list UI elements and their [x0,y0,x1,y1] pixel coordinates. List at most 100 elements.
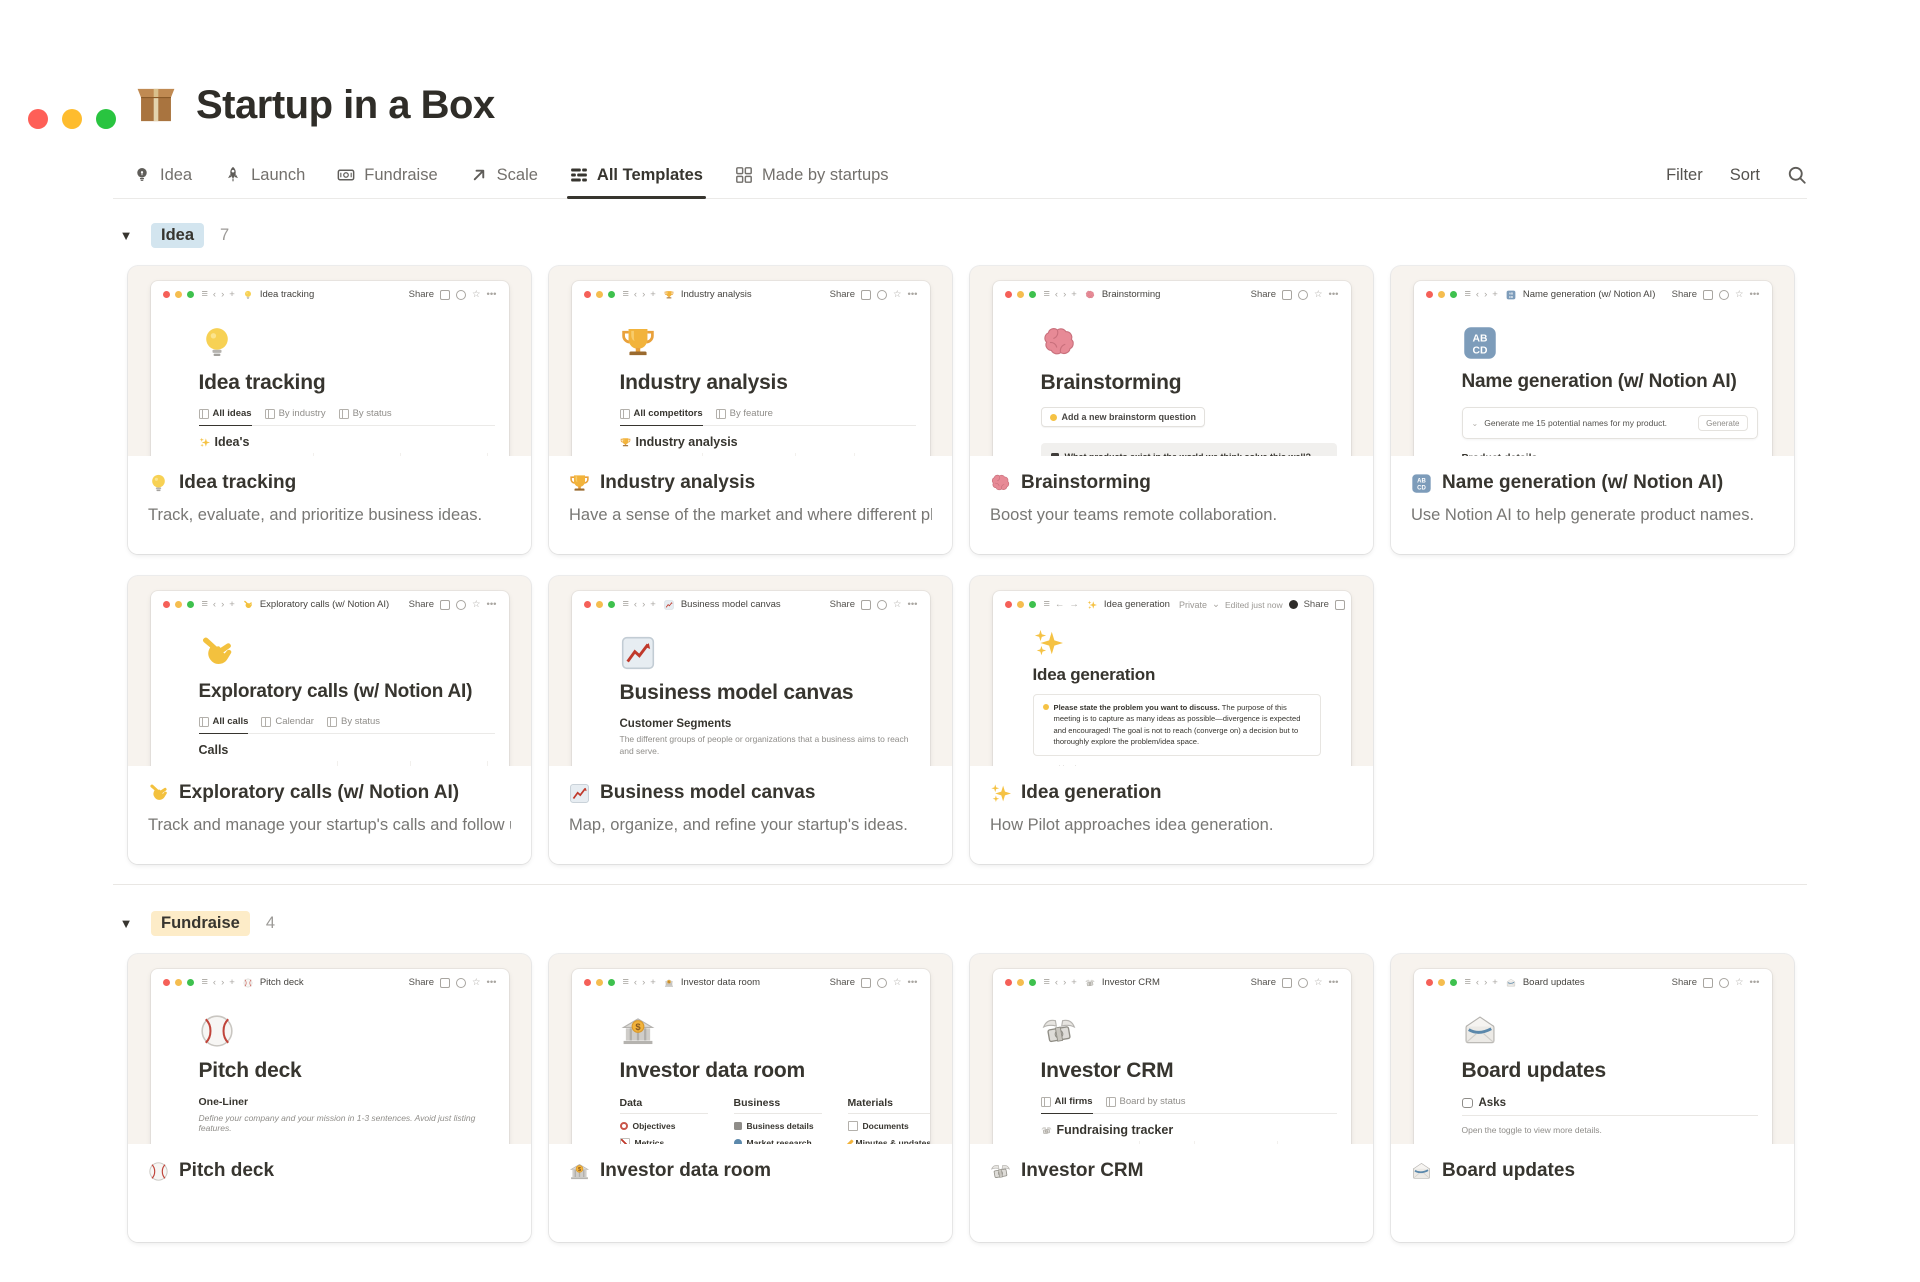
template-card-idea-generation[interactable]: ≡ ←→ Idea generation Private ⌄ Edited ju… [970,576,1373,864]
view-tab: By status [353,408,392,419]
abcd-emoji-icon [1411,473,1432,494]
mini-window-titlebar: ≡ ‹›+ Pitch deck Share☆••• [151,969,509,993]
table-view-icon [1041,1097,1051,1107]
forward-icon: › [221,600,224,610]
menu-icon: ≡ [623,289,629,300]
view-tab: All competitors [634,408,703,419]
lightbulb-icon [133,166,151,184]
collapse-triangle-icon[interactable]: ▼ [113,916,139,931]
mini-table: AaCompany ≡Description ≡Pricing ≡Most co… [620,453,930,456]
card-description: How Pilot approaches idea generation. [990,816,1353,835]
zoom-window-button[interactable] [96,109,116,129]
light-bulb-emoji-icon [243,290,253,300]
chart-increasing-emoji-icon [664,600,674,610]
star-icon: ☆ [1735,978,1744,988]
mini-close-icon [163,291,170,298]
mini-window-titlebar: ≡ ‹›+ Business model canvas Share☆••• [572,591,930,615]
menu-icon: ≡ [623,599,629,610]
column-header: Company [423,764,459,766]
template-card-name-generation[interactable]: ≡ ‹›+ Name generation (w/ Notion AI) Sha… [1391,266,1794,554]
abcd-emoji-icon [1506,290,1516,300]
new-tab-icon: + [1492,290,1498,300]
section-tag-idea: Idea [151,223,204,248]
tab-idea[interactable]: Idea [133,152,192,198]
filter-button[interactable]: Filter [1666,166,1703,185]
template-card-investor-crm[interactable]: ≡ ‹›+ Investor CRM Share☆••• Investor CR… [970,954,1373,1242]
trophy-emoji-icon [620,325,656,361]
template-card-board-updates[interactable]: ≡ ‹›+ Board updates Share☆••• Board upda… [1391,954,1794,1242]
board-view-icon [1106,1097,1116,1107]
minimize-window-button[interactable] [62,109,82,129]
template-card-investor-data-room[interactable]: ≡ ‹›+ Investor data room Share☆••• Inves… [549,954,952,1242]
template-grid-icon [570,166,588,184]
mini-page-heading: Exploratory calls (w/ Notion AI) [199,681,495,703]
new-tab-icon: + [229,978,235,988]
mini-window-titlebar: ≡ ←→ Idea generation Private ⌄ Edited ju… [993,591,1351,615]
ai-prompt-text: Generate me 15 potential names for my pr… [1484,418,1667,428]
comment-icon [861,978,871,988]
card-caption: Exploratory calls (w/ Notion AI) Track a… [128,766,531,864]
mini-view-tabs: All calls Calendar By status [199,716,495,734]
new-tab-icon: + [650,978,656,988]
section-count: 7 [220,226,229,245]
card-description: Use Notion AI to help generate product n… [1411,506,1774,525]
back-icon: ‹ [213,290,216,300]
collapse-triangle-icon[interactable]: ▼ [113,228,139,243]
card-preview: ≡ ‹›+ Board updates Share☆••• Board upda… [1391,954,1794,1144]
template-card-industry-analysis[interactable]: ≡ ‹›+ Industry analysis Share☆••• Indust… [549,266,952,554]
template-card-exploratory-calls[interactable]: ≡ ‹›+ Exploratory calls (w/ Notion AI) S… [128,576,531,864]
template-card-pitch-deck[interactable]: ≡ ‹›+ Pitch deck Share☆••• Pitch deck On… [128,954,531,1242]
mini-view-tabs: All firms Board by status [1041,1096,1337,1114]
card-title: Investor data room [600,1160,771,1182]
search-icon[interactable] [1787,165,1807,185]
card-title: Exploratory calls (w/ Notion AI) [179,782,459,804]
template-card-business-model-canvas[interactable]: ≡ ‹›+ Business model canvas Share☆••• Bu… [549,576,952,864]
mini-window-title: Investor data room [681,977,760,988]
tab-label: Idea [160,166,192,185]
close-window-button[interactable] [28,109,48,129]
menu-icon: ≡ [1465,977,1471,988]
mini-window-title: Pitch deck [260,977,304,988]
share-button: Share [1672,977,1697,988]
tab-made-by-startups[interactable]: Made by startups [735,152,889,198]
menu-icon: ≡ [202,977,208,988]
sparkles-emoji-icon [990,783,1011,804]
view-tab: By status [341,716,380,727]
more-icon: ••• [487,978,497,988]
card-preview: ≡ ‹›+ Brainstorming Share☆••• Brainstorm… [970,266,1373,456]
star-icon: ☆ [893,290,902,300]
mini-page-heading: Investor CRM [1041,1059,1337,1083]
mini-window-titlebar: ≡ ‹›+ Idea tracking Share☆••• [151,281,509,305]
money-with-wings-emoji-icon [1041,1013,1077,1049]
template-card-brainstorming[interactable]: ≡ ‹›+ Brainstorming Share☆••• Brainstorm… [970,266,1373,554]
banknote-icon [337,166,355,184]
star-icon: ☆ [893,600,902,610]
share-button: Share [830,599,855,610]
mini-column-title: Data [620,1097,708,1114]
menu-icon: ≡ [1465,289,1471,300]
back-icon: ‹ [634,290,637,300]
tab-all-templates[interactable]: All Templates [570,152,703,198]
tab-scale[interactable]: Scale [470,152,538,198]
card-title: Industry analysis [600,472,755,494]
clock-icon [877,600,887,610]
tab-bar: Idea Launch Fundraise Scale All Template… [113,152,1807,199]
avatar [1289,600,1298,609]
link-item: Minutes & updates [856,1138,930,1144]
mini-page-heading: Brainstorming [1041,371,1337,395]
card-title: Business model canvas [600,782,815,804]
clock-icon [1298,290,1308,300]
sort-button[interactable]: Sort [1730,166,1760,185]
incoming-envelope-emoji-icon [1462,1013,1498,1049]
template-card-idea-tracking[interactable]: ≡ ‹›+ Idea tracking Share☆••• Idea track… [128,266,531,554]
speech-bubble-icon [1462,1098,1473,1108]
mini-page-heading: Board updates [1462,1059,1758,1083]
table-view-icon [265,409,275,419]
mini-view-tabs: All ideas By industry By status [199,408,495,426]
card-caption: Industry analysis Have a sense of the ma… [549,456,952,554]
brain-emoji-icon [1085,290,1095,300]
back-icon: ← [1055,600,1065,610]
section-tag-fundraise: Fundraise [151,911,250,936]
tab-launch[interactable]: Launch [224,152,305,198]
tab-fundraise[interactable]: Fundraise [337,152,437,198]
